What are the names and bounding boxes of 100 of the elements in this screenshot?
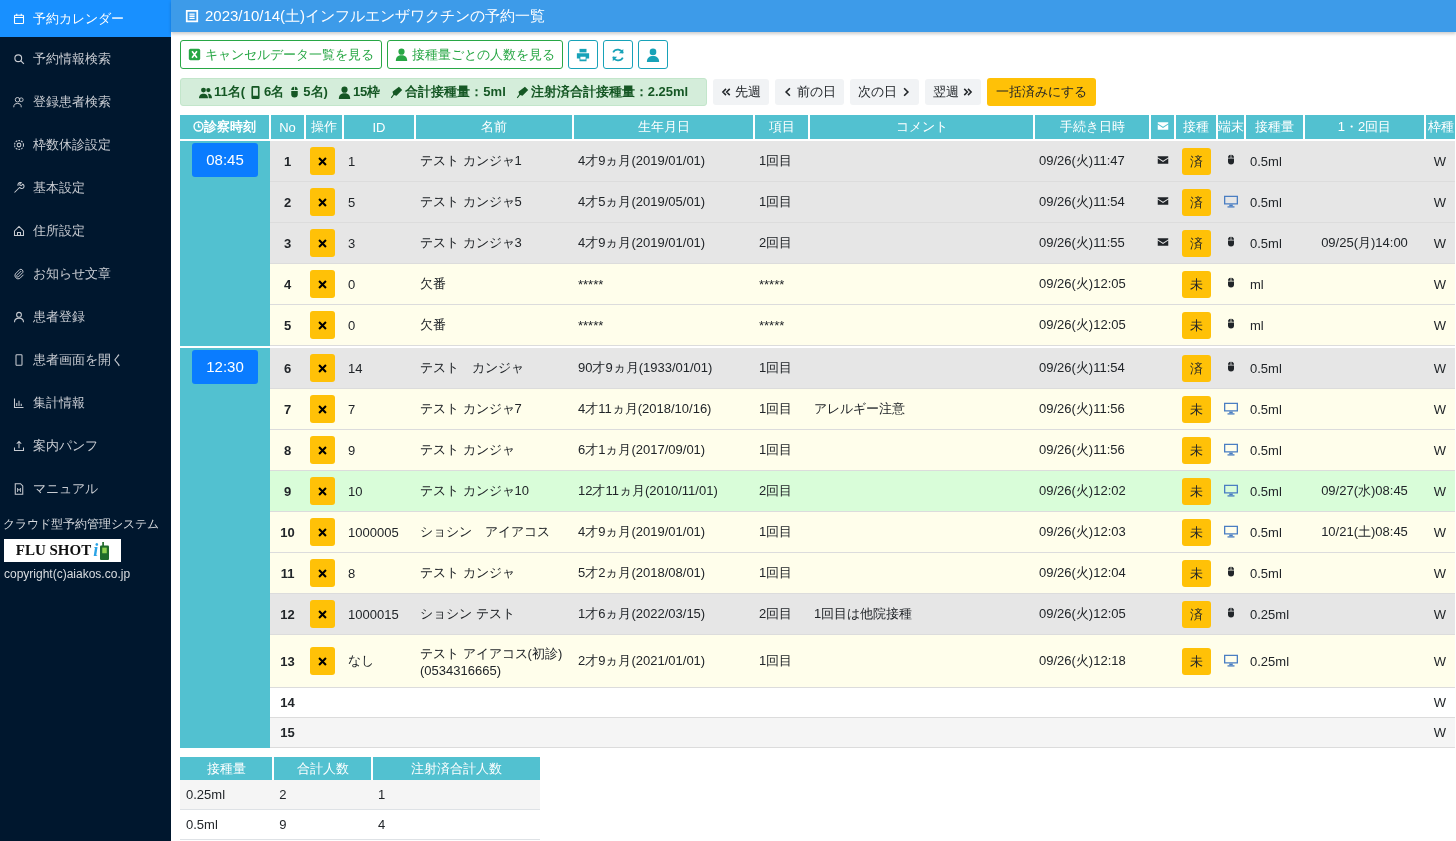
column-header: 枠種: [1425, 115, 1455, 139]
status-badge: 未: [1181, 518, 1211, 546]
sidebar-item[interactable]: 住所設定: [0, 209, 171, 252]
status-badge: 未: [1181, 436, 1211, 464]
table-cell: *****: [573, 263, 754, 305]
table-cell: ショシン アイアコス: [415, 511, 573, 553]
row-number: 11: [270, 552, 305, 594]
status-badge: 未: [1181, 647, 1211, 675]
table-cell: 12才11ヵ月(2010/11/01): [573, 470, 754, 512]
table-cell: 09/26(火)12:05: [1034, 593, 1150, 635]
row-number: 4: [270, 263, 305, 305]
row-number: 15: [270, 717, 305, 748]
cancel-button[interactable]: [310, 311, 335, 339]
table-cell: 09/26(火)11:54: [1034, 181, 1150, 223]
cancel-button[interactable]: [310, 477, 335, 505]
table-cell: 1才6ヵ月(2022/03/15): [573, 593, 754, 635]
cancel-button[interactable]: [310, 229, 335, 257]
nav-button[interactable]: 翌週: [925, 79, 982, 105]
row-number: 12: [270, 593, 305, 635]
sidebar-item[interactable]: 基本設定: [0, 166, 171, 209]
table-cell: 4才5ヵ月(2019/05/01): [573, 181, 754, 223]
status-badge: 未: [1181, 559, 1211, 587]
table-cell: ml: [1245, 304, 1304, 346]
column-header: No: [270, 115, 305, 139]
phone-icon: [13, 353, 25, 366]
row-number: 6: [270, 348, 305, 389]
summary-text: 15枠: [352, 83, 381, 101]
cancel-button[interactable]: [310, 270, 335, 298]
table-cell: テスト カンジャ1: [415, 141, 573, 182]
table-cell: 4才9ヵ月(2019/01/01): [573, 222, 754, 264]
cancel-button[interactable]: [310, 147, 335, 175]
bulk-done-button[interactable]: 一括済みにする: [987, 78, 1097, 106]
column-header: 接種量: [1245, 115, 1304, 139]
sidebar-item[interactable]: 患者登録: [0, 295, 171, 338]
cancel-button[interactable]: [310, 647, 335, 675]
row-number: 10: [270, 511, 305, 553]
close-icon: [317, 567, 328, 579]
nav-button[interactable]: 先週: [713, 79, 770, 105]
table-cell: 1回目: [754, 634, 809, 688]
paperclip-icon: [13, 267, 25, 280]
logo-letter: i: [93, 540, 99, 561]
table-cell: 5才2ヵ月(2018/08/01): [573, 552, 754, 594]
cancel-button[interactable]: [310, 354, 335, 382]
table-cell: W: [1425, 717, 1455, 748]
column-header: ID: [343, 115, 415, 139]
phone-icon: [249, 85, 263, 99]
row-number: 13: [270, 634, 305, 688]
cancel-button[interactable]: [310, 436, 335, 464]
sidebar-item[interactable]: 患者画面を開く: [0, 338, 171, 381]
status-badge: 未: [1181, 477, 1211, 505]
table-cell: ショシン テスト: [415, 593, 573, 635]
sidebar-item[interactable]: 登録患者検索: [0, 80, 171, 123]
table-cell: 1回目: [754, 511, 809, 553]
time-slot-badge[interactable]: 08:45: [192, 143, 258, 177]
table-cell: 9: [343, 429, 415, 471]
table-cell: 2才9ヵ月(2021/01/01): [573, 634, 754, 688]
cancel-button[interactable]: [310, 518, 335, 546]
table-cell: *****: [573, 304, 754, 346]
sidebar-item[interactable]: お知らせ文章: [0, 252, 171, 295]
sidebar-item[interactable]: マニュアル: [0, 467, 171, 510]
calendar-icon: [13, 12, 25, 25]
sidebar-item[interactable]: 枠数休診設定: [0, 123, 171, 166]
nav-button[interactable]: 前の日: [775, 79, 845, 105]
column-header: 手続き日時: [1034, 115, 1150, 139]
column-header: 注射済合計人数: [371, 757, 540, 780]
table-cell: 09/26(火)12:04: [1034, 552, 1150, 594]
refresh-button[interactable]: [603, 40, 633, 69]
table-cell: W: [1425, 687, 1455, 718]
table-cell: なし: [343, 634, 415, 688]
syringe-icon: [390, 85, 404, 99]
close-icon: [317, 655, 328, 667]
table-cell: 14: [343, 348, 415, 389]
print-button[interactable]: [568, 40, 598, 69]
cancel-button[interactable]: [310, 188, 335, 216]
table-cell: *****: [754, 304, 809, 346]
syringe-icon: [515, 85, 529, 99]
close-icon: [317, 608, 328, 620]
summary-text: 11名(: [214, 83, 246, 101]
nav-button[interactable]: 次の日: [850, 79, 920, 105]
list-icon: [185, 9, 199, 23]
status-badge: 済: [1181, 229, 1211, 257]
user-icon: [646, 47, 660, 62]
status-badge: 未: [1181, 270, 1211, 298]
sidebar-item[interactable]: 予約情報検索: [0, 37, 171, 80]
sidebar-item[interactable]: 案内パンフ: [0, 424, 171, 467]
cancel-button[interactable]: [310, 600, 335, 628]
status-badge: 未: [1181, 311, 1211, 339]
table-cell: 0.5ml: [1245, 141, 1304, 182]
table-cell: W: [1425, 634, 1455, 688]
chevron-right-icon: [901, 87, 912, 97]
close-icon: [317, 526, 328, 538]
cancel-button[interactable]: [310, 395, 335, 423]
user-icon: [337, 85, 351, 99]
time-slot-badge[interactable]: 12:30: [192, 350, 258, 384]
sidebar-item[interactable]: 集計情報: [0, 381, 171, 424]
user-button[interactable]: [638, 40, 668, 69]
table-cell: 09/26(火)12:03: [1034, 511, 1150, 553]
table-cell: W: [1425, 470, 1455, 512]
cancel-button[interactable]: [310, 559, 335, 587]
close-icon: [317, 403, 328, 415]
